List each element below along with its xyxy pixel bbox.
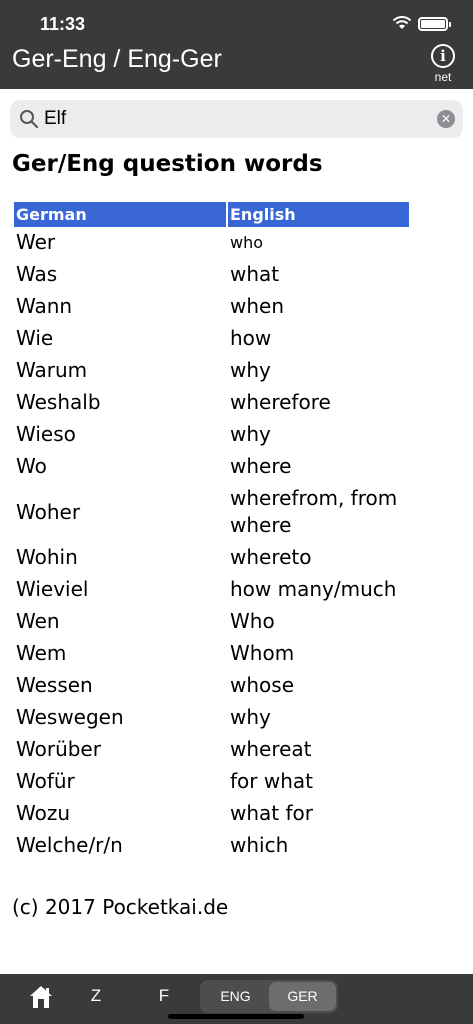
segment-ger[interactable]: GER — [269, 982, 336, 1011]
table-row: Wieviel how many/much — [14, 574, 409, 606]
english-word: what — [230, 262, 280, 286]
column-header-english: English — [228, 202, 409, 227]
english-word: when — [230, 294, 285, 318]
word-table: German English Wer who Was what Wann when Wie h… — [12, 202, 411, 862]
table-row: Wo where — [14, 451, 409, 483]
german-word: Warum — [16, 358, 88, 382]
english-word: why — [230, 705, 271, 729]
table-row: Was what — [14, 259, 409, 291]
german-word: Wozu — [16, 801, 71, 825]
table-row: Wie how — [14, 323, 409, 355]
table-row: Worüber whereat — [14, 734, 409, 766]
german-word: Weswegen — [16, 705, 124, 729]
german-word: Wer — [16, 230, 56, 254]
home-icon[interactable] — [28, 984, 54, 1010]
status-time: 11:33 — [40, 14, 86, 34]
german-word: Wem — [16, 641, 67, 665]
english-word: for what — [230, 769, 313, 793]
segment-eng[interactable]: ENG — [202, 982, 269, 1011]
german-word: Wen — [16, 609, 60, 633]
nav-bar: Ger-Eng / Eng-Ger i net — [0, 44, 473, 89]
german-word: Wieviel — [16, 577, 89, 601]
english-word: how — [230, 326, 272, 350]
table-row: Wieso why — [14, 419, 409, 451]
english-word: where — [230, 454, 292, 478]
home-indicator — [168, 1014, 304, 1019]
german-word: Wofür — [16, 769, 75, 793]
german-word: Wieso — [16, 422, 76, 446]
tab-f[interactable]: F — [148, 986, 180, 1010]
english-word: whereat — [230, 737, 312, 761]
english-word: wherefore — [230, 390, 331, 414]
german-word: Woher — [16, 499, 81, 524]
english-word: whereto — [230, 545, 312, 569]
search-bar: ✕ — [0, 89, 473, 141]
german-word: Was — [16, 262, 58, 286]
german-word: Wo — [16, 454, 47, 478]
english-word: wherefrom, from where — [230, 486, 398, 537]
tab-z[interactable]: Z — [80, 986, 112, 1010]
german-word: Wie — [16, 326, 54, 350]
german-word: Wann — [16, 294, 73, 318]
german-word: Worüber — [16, 737, 101, 761]
german-word: Welche/r/n — [16, 833, 123, 857]
table-row: Wozu what for — [14, 798, 409, 830]
table-row: Wer who — [14, 227, 409, 259]
german-word: Wessen — [16, 673, 93, 697]
english-word: what for — [230, 801, 313, 825]
german-word: Weshalb — [16, 390, 101, 414]
table-row: Wohin whereto — [14, 542, 409, 574]
english-word: how many/much — [230, 577, 397, 601]
table-row: Weshalb wherefore — [14, 387, 409, 419]
english-word: which — [230, 833, 289, 857]
search-icon — [20, 110, 39, 129]
table-row: Woher wherefrom, from where — [14, 483, 409, 542]
table-row: Wessen whose — [14, 670, 409, 702]
english-word: Whom — [230, 641, 295, 665]
info-button[interactable]: i net — [426, 44, 460, 88]
english-word: Who — [230, 609, 275, 633]
clear-search-icon[interactable]: ✕ — [437, 110, 455, 128]
table-row: Wann when — [14, 291, 409, 323]
page-title: Ger/Eng question words — [12, 151, 323, 177]
english-word: who — [230, 233, 264, 252]
column-header-german: German — [14, 202, 226, 227]
table-row: Weswegen why — [14, 702, 409, 734]
table-row: Wofür for what — [14, 766, 409, 798]
english-word: whose — [230, 673, 294, 697]
english-word: why — [230, 422, 271, 446]
status-bar: 11:33 — [0, 0, 473, 44]
table-row: Welche/r/n which — [14, 830, 409, 862]
nav-title: Ger-Eng / Eng-Ger — [12, 45, 222, 73]
info-label: net — [434, 70, 452, 84]
language-segmented-control: ENG GER — [200, 980, 338, 1013]
copyright-note: (c) 2017 Pocketkai.de — [12, 895, 229, 919]
info-icon: i — [431, 44, 455, 68]
table-row: Wem Whom — [14, 638, 409, 670]
search-field[interactable]: ✕ — [10, 100, 463, 138]
english-word: why — [230, 358, 271, 382]
battery-icon — [418, 17, 451, 31]
search-input[interactable] — [44, 100, 424, 138]
german-word: Wohin — [16, 545, 78, 569]
wifi-icon — [392, 16, 412, 29]
table-row: Warum why — [14, 355, 409, 387]
table-row: Wen Who — [14, 606, 409, 638]
